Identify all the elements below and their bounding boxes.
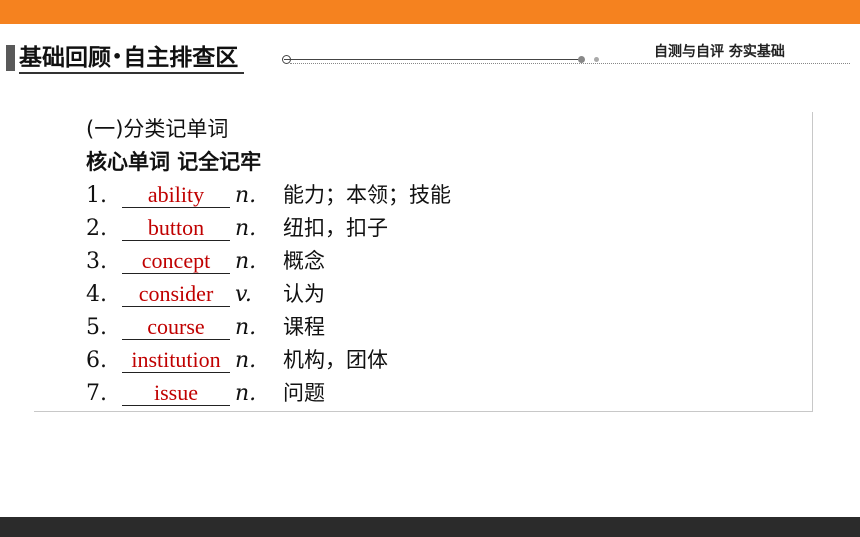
entry-number: 7. [86,381,107,406]
answer-word: course [147,314,205,339]
part-of-speech: n. [235,348,257,373]
entry-number: 3. [86,249,107,274]
part-of-speech: n. [235,315,257,340]
list-item: 7. issue n. 问题 [86,377,325,410]
content-border-right [812,112,813,412]
answer-word: consider [138,281,214,306]
header-title-sub: 自主排查区 [123,45,239,71]
content-border-bottom [34,411,813,412]
part-of-speech: n. [235,249,257,274]
answer-blank: consider [122,278,230,307]
word-meaning: 问题 [283,381,325,405]
answer-word: issue [154,380,198,405]
part-of-speech: n. [235,216,257,241]
header-subtitle: 自测与自评 夯实基础 [654,44,785,60]
header-rule-dotted [290,63,850,64]
header-title: 基础回顾•自主排查区 [19,42,245,74]
list-item: 2. button n. 纽扣，扣子 [86,212,388,245]
part-of-speech: n. [235,183,257,208]
list-item: 3. concept n. 概念 [86,245,325,278]
list-item: 4. consider v. 认为 [86,278,325,311]
section-subheading-text: 核心单词 记全记牢 [86,150,262,174]
answer-word: institution [131,347,221,372]
part-of-speech: v. [235,282,252,307]
answer-blank: concept [122,245,230,274]
word-meaning: 概念 [283,249,325,273]
answer-blank: button [122,212,230,241]
list-item: 6. institution n. 机构，团体 [86,344,388,377]
entry-number: 5. [86,315,107,340]
answer-word: ability [147,182,205,207]
answer-blank: issue [122,377,230,406]
entry-number: 6. [86,348,107,373]
entry-number: 2. [86,216,107,241]
answer-blank: course [122,311,230,340]
answer-blank: institution [122,344,230,373]
word-meaning: 认为 [283,282,325,306]
list-item: 1. ability n. 能力；本领；技能 [86,179,451,212]
section-subheading: 核心单词 记全记牢 [86,146,261,179]
bottom-footer-bar [0,517,860,537]
answer-word: concept [141,248,211,273]
entry-number: 1. [86,183,107,208]
section-heading-text: (一)分类记单词 [86,117,229,141]
entry-number: 4. [86,282,107,307]
word-meaning: 机构，团体 [283,348,388,372]
header-marker-bar [6,45,15,71]
vocabulary-list: 1. ability n. 能力；本领；技能 2. button n. 纽扣，扣… [86,179,451,410]
header-title-main: 基础回顾 [19,45,111,71]
part-of-speech: n. [235,381,257,406]
word-meaning: 能力；本领；技能 [283,183,451,207]
answer-word: button [147,215,205,240]
list-item: 5. course n. 课程 [86,311,325,344]
word-meaning: 纽扣，扣子 [283,216,388,240]
word-meaning: 课程 [283,315,325,339]
answer-blank: ability [122,179,230,208]
section-heading: (一)分类记单词 [86,113,261,146]
vocabulary-content: (一)分类记单词 核心单词 记全记牢 1. ability n. 能力；本领；技… [86,113,451,410]
header-title-separator: • [112,47,123,66]
header-dot-large [578,56,585,63]
section-header: 基础回顾•自主排查区 自测与自评 夯实基础 [0,36,860,76]
header-rule-solid [284,59,580,60]
top-accent-bar [0,0,860,24]
header-dot-small [594,57,599,62]
